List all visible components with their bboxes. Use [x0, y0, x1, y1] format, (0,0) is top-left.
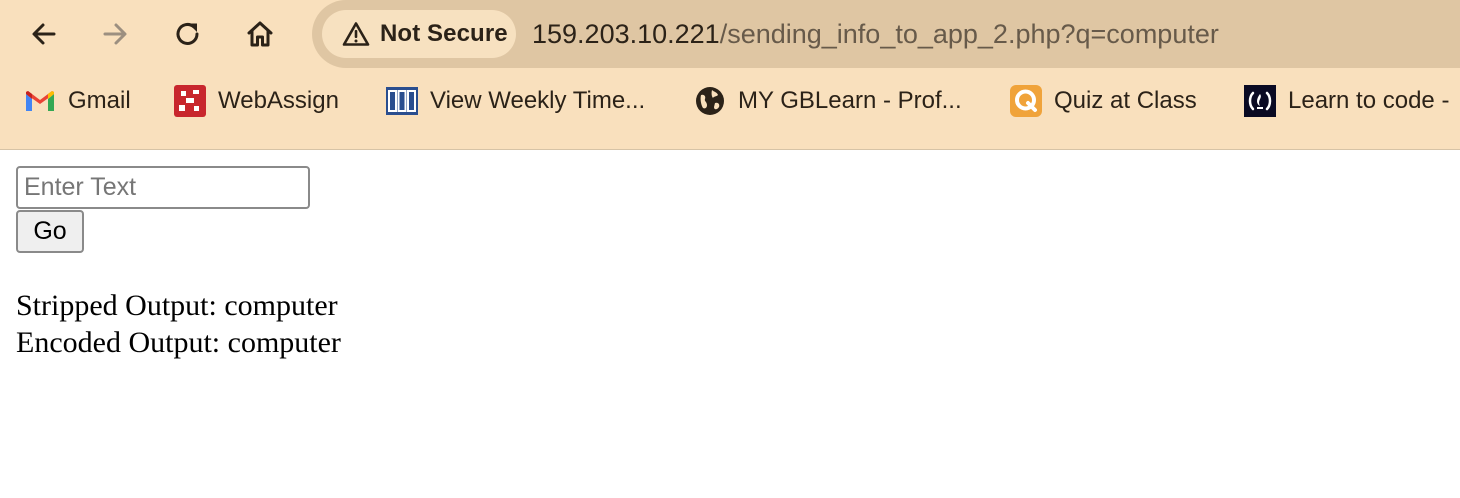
text-input[interactable]: [16, 166, 310, 209]
bookmarks-bar: Gmail WebAssign View Weekly Time... MY G…: [0, 68, 1460, 150]
quiz-icon: [1010, 85, 1042, 117]
bookmark-weekly-time[interactable]: View Weekly Time...: [386, 80, 645, 122]
bookmark-label: Quiz at Class: [1054, 87, 1197, 114]
page-content: Go Stripped Output: computer Encoded Out…: [0, 150, 1460, 361]
gmail-icon: [24, 85, 56, 117]
reload-button[interactable]: [168, 14, 208, 54]
forward-button[interactable]: [95, 14, 135, 54]
bookmark-label: Learn to code -: [1288, 87, 1450, 114]
go-button[interactable]: Go: [16, 210, 84, 253]
bookmark-webassign[interactable]: WebAssign: [174, 80, 339, 122]
bookmark-learn-to-code[interactable]: Learn to code -: [1244, 80, 1449, 122]
bookmark-label: Gmail: [68, 87, 131, 114]
stripped-output: Stripped Output: computer: [16, 289, 338, 322]
bookmark-gblearn[interactable]: MY GBLearn - Prof...: [694, 80, 962, 122]
encoded-output: Encoded Output: computer: [16, 326, 341, 359]
globe-icon: [694, 85, 726, 117]
bookmark-label: WebAssign: [218, 87, 339, 114]
bookmark-gmail[interactable]: Gmail: [24, 80, 131, 122]
bookmark-label: View Weekly Time...: [430, 87, 646, 114]
security-indicator[interactable]: Not Secure: [322, 10, 516, 58]
arrow-right-icon: [103, 23, 127, 45]
home-button[interactable]: [240, 14, 280, 54]
gbc-icon: [386, 85, 418, 117]
arrow-left-icon: [32, 23, 56, 45]
browser-toolbar: Not Secure 159.203.10.221/sending_info_t…: [0, 0, 1460, 68]
address-bar[interactable]: Not Secure 159.203.10.221/sending_info_t…: [312, 0, 1460, 68]
bookmark-quiz-at-class[interactable]: Quiz at Class: [1010, 80, 1197, 122]
url-host: 159.203.10.221: [532, 19, 720, 49]
webassign-icon: [174, 85, 206, 117]
bookmark-label: MY GBLearn - Prof...: [738, 87, 962, 114]
freecodecamp-icon: [1244, 85, 1276, 117]
back-button[interactable]: [24, 14, 64, 54]
reload-icon: [176, 23, 199, 45]
url-path: /sending_info_to_app_2.php?q=computer: [719, 19, 1219, 49]
url-text[interactable]: 159.203.10.221/sending_info_to_app_2.php…: [532, 0, 1219, 68]
output-section: Stripped Output: computer Encoded Output…: [16, 287, 1444, 361]
home-icon: [247, 21, 273, 47]
security-label: Not Secure: [380, 20, 508, 47]
warning-triangle-icon: [342, 21, 370, 47]
